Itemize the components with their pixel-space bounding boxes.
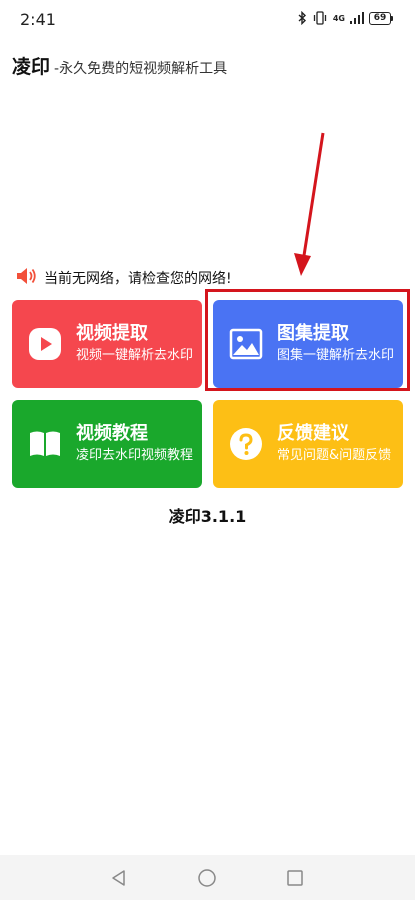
nav-back-icon[interactable]: [108, 867, 130, 889]
video-tutorial-desc: 凌印去水印视频教程: [76, 448, 194, 463]
battery-indicator: 69: [369, 11, 393, 25]
app-title: 凌印: [12, 56, 51, 78]
app-subtitle: -永久免费的短视频解析工具: [54, 61, 228, 77]
video-extract-card[interactable]: 视频提取 视频一键解析去水印: [12, 300, 202, 388]
app-header: 凌印 -永久免费的短视频解析工具: [12, 52, 227, 79]
book-icon: [26, 425, 64, 463]
vibrate-icon: [312, 11, 328, 25]
album-extract-title: 图集提取: [277, 323, 349, 344]
video-tutorial-card[interactable]: 视频教程 凌印去水印视频教程: [12, 400, 202, 488]
video-tutorial-title: 视频教程: [76, 423, 148, 444]
status-icons: 4G 69: [298, 11, 393, 25]
feedback-card[interactable]: 反馈建议 常见问题&问题反馈: [213, 400, 403, 488]
bluetooth-icon: [298, 11, 307, 25]
network-notice: 当前无网络，请检查您的网络!: [16, 266, 232, 290]
video-tutorial-text: 视频教程 凌印去水印视频教程: [76, 423, 193, 465]
nav-recent-icon[interactable]: [284, 867, 306, 889]
play-icon: [26, 325, 64, 363]
question-icon: [227, 425, 265, 463]
network-type-label: 4G: [332, 13, 345, 23]
notice-text: 当前无网络，请检查您的网络!: [44, 271, 232, 287]
nav-home-icon[interactable]: [196, 867, 218, 889]
signal-icon: [350, 12, 364, 24]
feedback-text: 反馈建议 常见问题&问题反馈: [277, 423, 391, 465]
album-extract-card[interactable]: 图集提取 图集一键解析去水印: [213, 300, 403, 388]
status-time: 2:41: [20, 10, 56, 29]
app-version: 凌印3.1.1: [168, 507, 247, 526]
album-extract-text: 图集提取 图集一键解析去水印: [277, 323, 394, 365]
video-extract-title: 视频提取: [76, 323, 148, 344]
feedback-desc: 常见问题&问题反馈: [277, 448, 392, 463]
speaker-icon: [16, 266, 38, 290]
status-bar: 2:41 4G 69: [0, 0, 415, 40]
video-extract-desc: 视频一键解析去水印: [76, 348, 194, 363]
battery-tip: [391, 15, 393, 21]
album-extract-desc: 图集一键解析去水印: [277, 348, 395, 363]
system-nav-bar: [0, 855, 415, 900]
video-extract-text: 视频提取 视频一键解析去水印: [76, 323, 193, 365]
image-icon: [227, 325, 265, 363]
battery-level: 69: [369, 11, 391, 25]
feedback-title: 反馈建议: [277, 423, 349, 444]
